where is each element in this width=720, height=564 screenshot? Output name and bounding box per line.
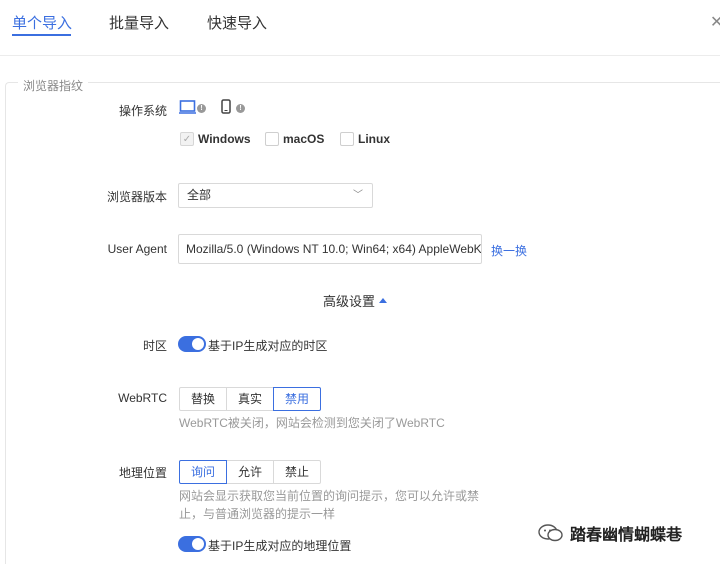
- tab-quick-import[interactable]: 快速导入: [207, 12, 267, 33]
- os-label: 操作系统: [118, 104, 167, 118]
- os-desktop-info-icon[interactable]: !: [197, 104, 206, 113]
- browser-version-value: 全部: [187, 188, 212, 202]
- webrtc-option-replace[interactable]: 替换: [179, 387, 228, 411]
- browser-version-label: 浏览器版本: [106, 190, 167, 204]
- chevron-down-icon: ﹀: [353, 190, 363, 201]
- geolocation-option-block[interactable]: 禁止: [273, 460, 322, 484]
- checkbox-macos-label: macOS: [283, 132, 325, 146]
- geolocation-hint-line1: 网站会显示获取您当前位置的询问提示，您可以允许或禁: [179, 489, 480, 503]
- webrtc-segmented-control: 替换 真实 禁用: [179, 387, 322, 411]
- geolocation-label: 地理位置: [118, 466, 167, 480]
- watermark: 踏春幽情蝴蝶巷: [538, 521, 682, 545]
- browser-version-select[interactable]: 全部 ﹀: [178, 183, 373, 208]
- geolocation-toggle-text: 基于IP生成对应的地理位置: [208, 539, 352, 553]
- laptop-icon[interactable]: [179, 100, 196, 114]
- webrtc-option-real[interactable]: 真实: [226, 387, 275, 411]
- checkbox-windows[interactable]: ✓ Windows: [180, 132, 251, 146]
- phone-icon[interactable]: [221, 99, 231, 114]
- user-agent-label: User Agent: [107, 242, 167, 256]
- geolocation-segmented-control: 询问 允许 禁止: [179, 460, 322, 484]
- os-mobile-info-icon[interactable]: !: [236, 104, 245, 113]
- advanced-settings-toggle[interactable]: 高级设置: [323, 291, 388, 310]
- tab-batch-import[interactable]: 批量导入: [109, 12, 169, 33]
- geolocation-option-allow[interactable]: 允许: [226, 460, 275, 484]
- geolocation-hint-line2: 止，与普通浏览器的提示一样: [179, 507, 336, 521]
- checkbox-macos[interactable]: macOS: [265, 132, 324, 146]
- checkbox-linux[interactable]: Linux: [340, 132, 390, 146]
- watermark-text: 踏春幽情蝴蝶巷: [570, 527, 683, 544]
- webrtc-label: WebRTC: [118, 391, 167, 405]
- checkbox-linux-label: Linux: [358, 132, 390, 146]
- tab-bar: 单个导入 批量导入 快速导入 ✕: [0, 0, 720, 56]
- wechat-icon: [538, 524, 563, 542]
- user-agent-input[interactable]: Mozilla/5.0 (Windows NT 10.0; Win64; x64…: [178, 234, 482, 264]
- checkbox-macos-box[interactable]: [265, 132, 279, 146]
- tab-single-import[interactable]: 单个导入: [12, 12, 72, 33]
- timezone-label: 时区: [142, 339, 167, 353]
- geolocation-option-ask[interactable]: 询问: [179, 460, 228, 484]
- active-tab-indicator: [12, 34, 71, 36]
- webrtc-hint: WebRTC被关闭，网站会检测到您关闭了WebRTC: [179, 416, 445, 430]
- section-legend: 浏览器指纹: [18, 77, 89, 94]
- advanced-settings-label: 高级设置: [323, 294, 376, 309]
- checkbox-linux-box[interactable]: [340, 132, 354, 146]
- refresh-user-agent-link[interactable]: 换一换: [491, 242, 527, 259]
- timezone-toggle-text: 基于IP生成对应的时区: [208, 339, 328, 353]
- checkbox-windows-box[interactable]: ✓: [180, 132, 194, 146]
- checkbox-windows-label: Windows: [198, 132, 251, 146]
- geolocation-toggle[interactable]: [178, 536, 206, 552]
- timezone-toggle[interactable]: [178, 336, 206, 352]
- close-icon[interactable]: ✕: [710, 12, 720, 32]
- caret-up-icon: [379, 298, 388, 303]
- webrtc-option-disable[interactable]: 禁用: [273, 387, 322, 411]
